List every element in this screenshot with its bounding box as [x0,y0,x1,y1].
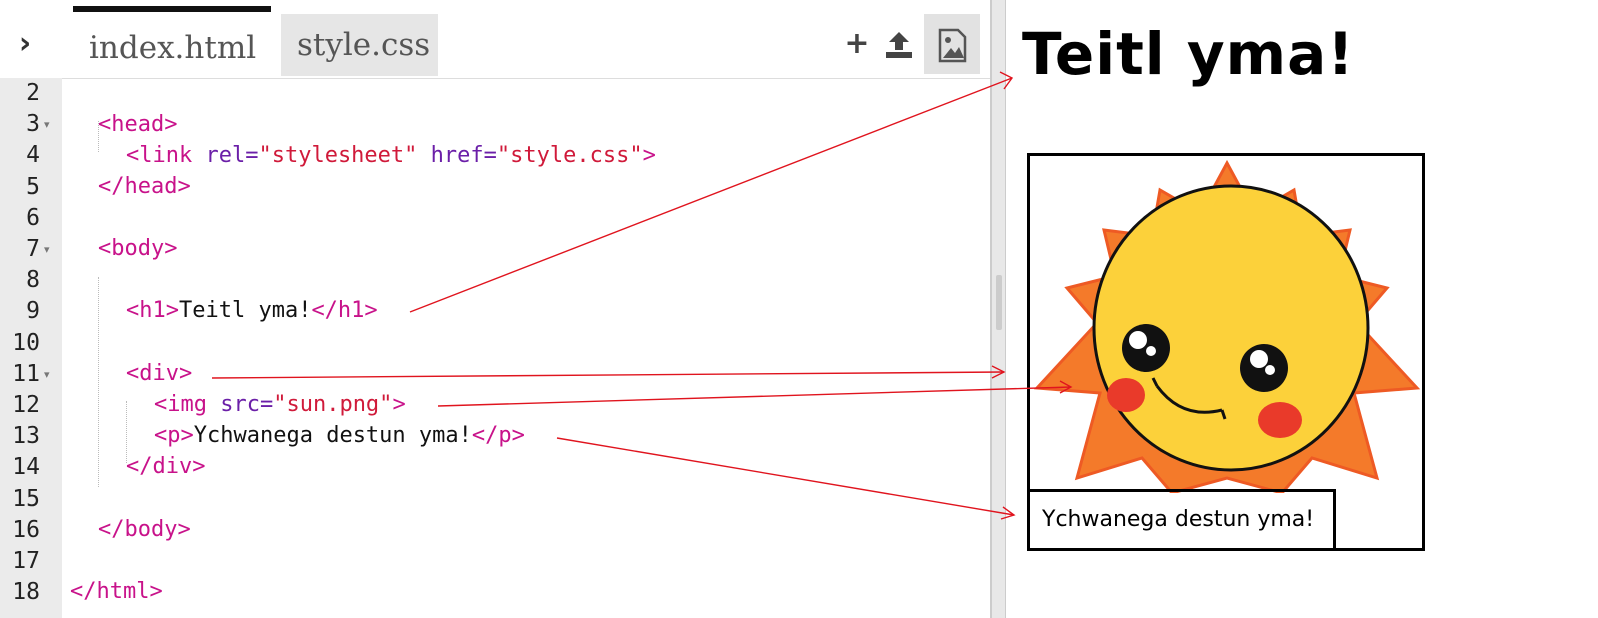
upload-icon[interactable] [883,26,915,62]
line-number: 7 [26,236,40,262]
line-number: 11 [12,360,40,387]
preview-pane: Teitl yma! Ychwanega destun yma! [1006,0,1598,618]
line-number: 12 [12,392,40,418]
code-line-13: <p>Ychwanega destun yma!</p> [154,423,525,448]
preview-heading: Teitl yma! [1022,20,1355,88]
code-line-11: <div> [126,361,193,386]
code-line-3: <head> [98,112,178,137]
code-line-4: <link rel="stylesheet" href="style.css"> [126,143,656,168]
code-line-5: </head> [98,174,191,199]
code-line-12: <img src="sun.png"> [154,392,406,417]
pane-divider[interactable] [990,0,1006,618]
plus-icon[interactable]: + [841,26,873,62]
preview-div-box: Ychwanega destun yma! [1027,153,1425,551]
line-number: 15 [12,485,40,512]
code-line-9: <h1>Teitl yma!</h1> [126,298,378,323]
line-number: 13 [12,423,40,450]
line-number: 2 [26,80,40,106]
upload-icon-svg [886,32,912,58]
image-file-icon-svg [938,28,967,63]
sun-image [1033,159,1421,493]
chevron-right-icon[interactable]: › [8,26,42,62]
line-number: 4 [26,142,40,169]
line-number: 16 [12,516,40,543]
line-number: 8 [26,267,40,294]
code-line-14: </div> [126,454,206,479]
tab-index-html[interactable]: index.html [73,6,271,78]
line-number: 6 [26,204,40,231]
line-number: 14 [12,454,40,481]
resize-grip[interactable] [996,275,1002,330]
line-number: 18 [12,579,40,606]
code-line-18: </html> [70,579,163,604]
code-line-16: </body> [98,517,191,542]
image-icon[interactable] [924,14,980,74]
fold-arrow-icon[interactable]: ▾ [44,234,54,265]
line-number: 10 [12,329,40,356]
tab-style-css[interactable]: style.css [281,14,438,76]
code-editor: › index.html style.css + 2 3 ▾ 4 5 6 7 ▾ 8 9 10 11 ▾… [0,0,990,618]
tab-bar: › index.html style.css + [0,0,990,79]
line-number: 17 [12,548,40,574]
fold-arrow-icon[interactable]: ▾ [44,359,54,390]
line-number: 9 [26,298,40,325]
code-line-7: <body> [98,236,178,261]
line-number: 5 [26,173,40,200]
fold-arrow-icon[interactable]: ▾ [44,109,54,140]
preview-paragraph: Ychwanega destun yma! [1027,489,1336,551]
line-number: 3 [26,111,40,138]
